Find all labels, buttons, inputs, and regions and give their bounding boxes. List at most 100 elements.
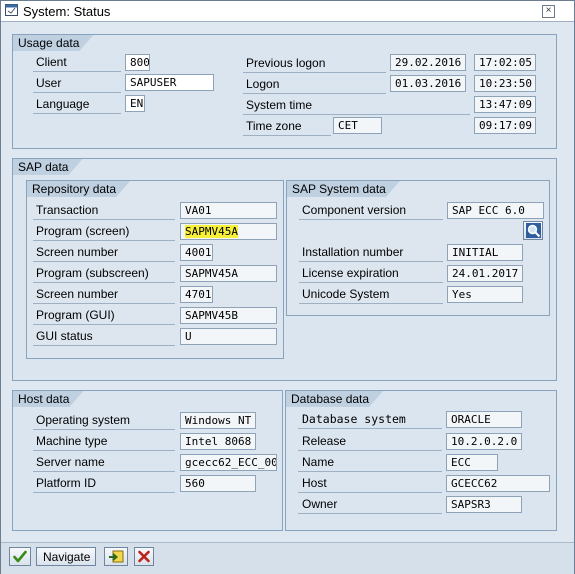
installation-number-label: Installation number — [302, 245, 404, 259]
time-zone-label: Time zone — [246, 119, 302, 133]
platform-id-field: 560 — [180, 475, 256, 492]
cancel-icon — [137, 549, 151, 567]
component-details-button[interactable] — [523, 221, 543, 240]
operating-system-field: Windows NT — [180, 412, 256, 429]
previous-logon-time: 17:02:05 — [474, 54, 536, 71]
license-expiration-underline — [299, 282, 443, 283]
server-name-underline — [33, 471, 175, 472]
database-system-label: Database system — [302, 412, 406, 426]
name-underline — [298, 471, 442, 472]
magnifier-icon — [526, 223, 541, 241]
logon-label: Logon — [246, 77, 280, 91]
transaction-underline — [33, 219, 175, 220]
user-underline — [33, 92, 121, 93]
component-version-label: Component version — [302, 203, 407, 217]
program-gui-field: SAPMV45B — [180, 307, 277, 324]
installation-number-field: INITIAL — [447, 244, 523, 261]
sap-system-data-title: SAP System data — [287, 181, 400, 197]
previous-logon-label: Previous logon — [246, 56, 326, 70]
operating-system-underline — [33, 429, 175, 430]
gui-status-underline — [33, 345, 175, 346]
component-version-field: SAP ECC 6.0 — [447, 202, 544, 219]
time-zone-underline — [243, 135, 331, 136]
license-expiration-label: License expiration — [302, 266, 399, 280]
program-screen-value: SAPMV45A — [185, 225, 238, 238]
usage-data-title: Usage data — [13, 35, 93, 51]
screen-number2-label: Screen number — [36, 287, 119, 301]
client-field[interactable]: 800 — [125, 54, 150, 71]
unicode-system-field: Yes — [447, 286, 523, 303]
system-time-label: System time — [246, 98, 313, 112]
usage-data-group: Usage data Client 800 User SAPUSER Langu… — [12, 34, 557, 149]
host-data-group: Host data Operating system Windows NT Ma… — [12, 390, 283, 531]
gui-status-label: GUI status — [36, 329, 93, 343]
owner-underline — [298, 513, 442, 514]
repository-data-title: Repository data — [27, 181, 130, 197]
navigate-button[interactable]: Navigate — [36, 547, 96, 566]
navigate-icon-button[interactable] — [104, 547, 128, 566]
operating-system-label: Operating system — [36, 413, 131, 427]
program-gui-label: Program (GUI) — [36, 308, 115, 322]
server-name-label: Server name — [36, 455, 105, 469]
user-field[interactable]: SAPUSER — [125, 74, 214, 91]
language-underline — [33, 113, 121, 114]
program-screen-field: SAPMV45A — [180, 223, 277, 240]
previous-logon-underline — [243, 72, 386, 73]
machine-type-field: Intel 8068 — [180, 433, 256, 450]
unicode-system-label: Unicode System — [302, 287, 390, 301]
server-name-field: gcecc62_ECC_00 — [180, 454, 277, 471]
check-icon — [13, 550, 27, 566]
transaction-field: VA01 — [180, 202, 277, 219]
program-screen-label: Program (screen) — [36, 224, 130, 238]
host-data-title: Host data — [13, 391, 83, 407]
screen-number-underline — [33, 261, 175, 262]
logon-time: 10:23:50 — [474, 75, 536, 92]
program-gui-underline — [33, 324, 175, 325]
previous-logon-date: 29.02.2016 — [390, 54, 466, 71]
release-field: 10.2.0.2.0 — [446, 433, 522, 450]
client-underline — [33, 71, 121, 72]
cancel-button[interactable] — [134, 547, 154, 566]
program-subscreen-underline — [33, 282, 175, 283]
screen-number-label: Screen number — [36, 245, 119, 259]
unicode-system-underline — [299, 303, 443, 304]
window-icon — [5, 4, 18, 16]
host-underline — [298, 492, 442, 493]
accept-button[interactable] — [9, 547, 31, 566]
language-field[interactable]: EN — [125, 95, 145, 112]
time-zone-value: CET — [333, 117, 382, 134]
user-label: User — [36, 76, 62, 90]
owner-label: Owner — [302, 497, 338, 511]
database-system-field: ORACLE — [446, 411, 522, 428]
navigate-button-label: Navigate — [43, 550, 91, 564]
owner-field: SAPSR3 — [446, 496, 522, 513]
logon-date: 01.03.2016 — [390, 75, 466, 92]
host-field: GCECC62 — [446, 475, 550, 492]
database-system-underline — [298, 428, 442, 429]
platform-id-underline — [33, 492, 175, 493]
close-icon[interactable]: × — [542, 5, 555, 18]
name-label: Name — [302, 455, 335, 469]
window-title: System: Status — [23, 4, 111, 19]
program-subscreen-label: Program (subscreen) — [36, 266, 149, 280]
name-field: ECC — [446, 454, 498, 471]
screen-number2-underline — [33, 303, 175, 304]
screen-number2-field: 4701 — [180, 286, 213, 303]
program-screen-underline — [33, 240, 175, 241]
title-bar: System: Status × — [1, 1, 574, 22]
client-label: Client — [36, 55, 67, 69]
machine-type-label: Machine type — [36, 434, 108, 448]
screen-number-field: 4001 — [180, 244, 213, 261]
navigate-icon — [108, 549, 125, 567]
sap-system-data-group: SAP System data Component version SAP EC… — [286, 180, 550, 316]
time-zone-time: 09:17:09 — [474, 117, 536, 134]
status-window: System: Status × Usage data Client 800 U… — [0, 0, 575, 574]
release-label: Release — [302, 434, 347, 448]
database-data-title: Database data — [286, 391, 383, 407]
release-underline — [298, 450, 442, 451]
system-time-value: 13:47:09 — [474, 96, 536, 113]
language-label: Language — [36, 97, 90, 111]
installation-number-underline — [299, 261, 443, 262]
component-version-underline — [299, 219, 443, 220]
host-label: Host — [302, 476, 327, 490]
